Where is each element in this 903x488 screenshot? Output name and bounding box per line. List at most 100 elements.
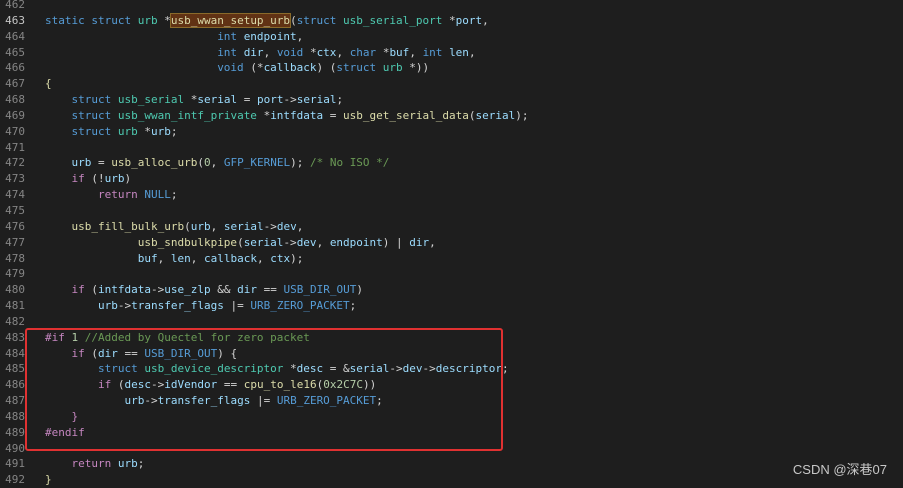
code-token: struct — [71, 124, 118, 138]
code-token: struct — [336, 61, 383, 75]
highlight-annotation-box — [25, 328, 503, 451]
code-token: callback — [203, 251, 257, 265]
code-line[interactable]: 476 usb_fill_bulk_urb(urb, serial->dev, — [0, 219, 903, 235]
line-number: 470 — [5, 124, 25, 138]
code-line[interactable]: 478 buf, len, callback, ctx); — [0, 251, 903, 267]
code-token: -> — [263, 219, 277, 233]
code-token: urb — [150, 124, 171, 138]
line-number: 482 — [5, 314, 25, 328]
code-token: urb — [382, 61, 410, 75]
code-token: ( — [197, 156, 204, 170]
code-token: { — [45, 77, 52, 91]
code-token: ); — [515, 108, 529, 122]
code-line[interactable]: 465 int dir, void *ctx, char *buf, int l… — [0, 45, 903, 61]
code-token: ctx — [316, 45, 337, 59]
code-token: ( — [184, 219, 191, 233]
code-token: int — [217, 45, 244, 59]
code-line[interactable]: 477 usb_sndbulkpipe(serial->dev, endpoin… — [0, 235, 903, 251]
code-token: /* No ISO */ — [309, 156, 390, 170]
code-token: * — [164, 13, 171, 27]
code-token: ( — [237, 235, 244, 249]
code-token: urb — [117, 124, 145, 138]
code-token: * — [144, 124, 151, 138]
code-line[interactable]: 466 void (*callback) (struct urb *)) — [0, 60, 903, 76]
code-token: usb_fill_bulk_urb — [71, 219, 185, 233]
code-line[interactable]: 469 struct usb_wwan_intf_private *intfda… — [0, 108, 903, 124]
code-text: return NULL; — [45, 187, 177, 203]
code-token: if — [71, 283, 92, 297]
code-line[interactable]: 475 — [0, 203, 903, 219]
line-number: 485 — [5, 362, 25, 376]
code-token: serial — [197, 93, 238, 107]
code-token: struct — [91, 13, 138, 27]
code-line[interactable]: 471 — [0, 140, 903, 156]
line-number: 466 — [5, 61, 25, 75]
code-token: buf — [137, 251, 158, 265]
line-number: 481 — [5, 299, 25, 313]
code-token: ); — [290, 156, 310, 170]
code-text: buf, len, callback, ctx); — [45, 251, 304, 267]
code-text: static struct urb *usb_wwan_setup_urb(st… — [45, 12, 489, 29]
code-text: if (intfdata->use_zlp && dir == USB_DIR_… — [45, 282, 363, 298]
code-token: struct — [71, 93, 118, 107]
code-line[interactable]: 474 return NULL; — [0, 187, 903, 203]
code-token: serial — [223, 219, 264, 233]
code-token: , — [210, 219, 224, 233]
code-token: , — [316, 235, 330, 249]
code-line[interactable]: 464 int endpoint, — [0, 29, 903, 45]
code-line[interactable]: 467 { — [0, 76, 903, 92]
code-token: ) | — [382, 235, 410, 249]
code-line[interactable]: 470 struct urb *urb; — [0, 124, 903, 140]
code-line[interactable]: 468 struct usb_serial *serial = port->se… — [0, 92, 903, 108]
code-token: GFP_KERNEL — [223, 156, 291, 170]
code-token: URB_ZERO_PACKET — [250, 299, 350, 313]
code-line[interactable]: 462 — [0, 0, 903, 13]
code-token: usb_alloc_urb — [111, 156, 198, 170]
code-token: ; — [137, 457, 145, 471]
code-token: void — [276, 45, 310, 59]
code-line[interactable]: 480 if (intfdata->use_zlp && dir == USB_… — [0, 282, 903, 298]
code-text: { — [45, 76, 52, 92]
line-number: 468 — [5, 93, 25, 107]
line-number: 479 — [5, 267, 25, 281]
code-token: = — [237, 93, 257, 107]
code-token: = — [323, 108, 344, 122]
code-token: * — [449, 13, 456, 27]
code-token: , — [296, 29, 304, 43]
code-token: usb_sndbulkpipe — [137, 235, 238, 249]
code-line[interactable]: 491 return urb; — [0, 456, 903, 472]
code-line[interactable]: 481 urb->transfer_flags |= URB_ZERO_PACK… — [0, 298, 903, 314]
code-token: = — [91, 156, 112, 170]
code-token: , — [482, 13, 489, 27]
code-text: int dir, void *ctx, char *buf, int len, — [45, 45, 475, 61]
code-token: ; — [502, 362, 509, 376]
code-token: USB_DIR_OUT — [283, 283, 357, 297]
code-text: struct usb_wwan_intf_private *intfdata =… — [45, 108, 529, 124]
code-token: ; — [170, 124, 178, 138]
code-token: 0 — [203, 156, 211, 170]
code-line[interactable]: 472 urb = usb_alloc_urb(0, GFP_KERNEL); … — [0, 155, 903, 171]
code-line[interactable]: 479 — [0, 266, 903, 282]
code-text: usb_sndbulkpipe(serial->dev, endpoint) |… — [45, 235, 436, 251]
code-token: ) — [124, 172, 132, 186]
line-number: 491 — [5, 457, 25, 471]
code-token: return — [97, 188, 145, 202]
line-number: 483 — [5, 330, 25, 344]
code-line[interactable]: 463 static struct urb *usb_wwan_setup_urb… — [0, 12, 903, 29]
code-line[interactable]: 492} — [0, 472, 903, 488]
line-number: 480 — [5, 283, 25, 297]
code-token: serial — [243, 235, 284, 249]
code-token: endpoint — [329, 235, 383, 249]
code-line[interactable]: 473 if (!urb) — [0, 171, 903, 187]
line-number: 469 — [5, 108, 25, 122]
line-number: 490 — [5, 441, 25, 455]
